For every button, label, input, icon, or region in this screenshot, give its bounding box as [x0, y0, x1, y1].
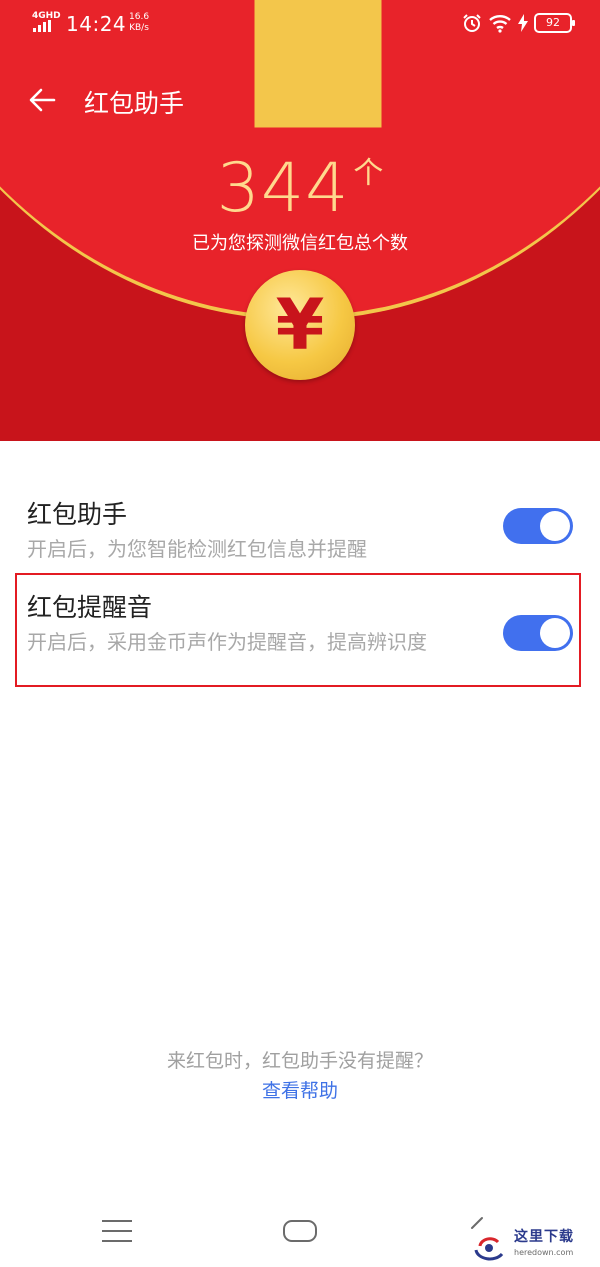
setting-description: 开启后，采用金币声作为提醒音，提高辨识度 — [27, 630, 427, 654]
speed-unit: KB/s — [129, 23, 149, 33]
network-speed: 16.6 KB/s — [129, 12, 149, 34]
help-question: 来红包时，红包助手没有提醒？ — [166, 1050, 433, 1072]
speed-value: 16.6 — [129, 12, 150, 22]
menu-icon[interactable] — [102, 1220, 132, 1242]
status-bar: 4GHD 14:24 16.6 KB/s 92 — [0, 0, 600, 48]
signal-icon — [33, 20, 57, 32]
red-packet-count: 344 个 — [0, 148, 600, 228]
help-link[interactable]: 查看帮助 — [0, 1076, 600, 1103]
count-number: 344 — [216, 149, 350, 228]
setting-title: 红包助手 — [27, 500, 128, 529]
battery-icon: 92 — [534, 13, 575, 33]
assistant-toggle[interactable] — [503, 508, 573, 544]
watermark-url: heredown.com — [514, 1248, 574, 1257]
toggle-knob — [540, 511, 570, 541]
watermark: 这里下载 heredown.com — [470, 1226, 596, 1264]
yuan-coin-icon: ¥ — [245, 270, 355, 380]
setting-title: 红包提醒音 — [27, 593, 153, 622]
wifi-icon — [489, 15, 511, 33]
status-time: 14:24 — [66, 12, 127, 36]
sound-toggle[interactable] — [503, 615, 573, 651]
charging-icon — [518, 14, 528, 32]
back-arrow-icon[interactable] — [28, 84, 56, 116]
count-unit: 个 — [353, 156, 384, 191]
count-caption: 已为您探测微信红包总个数 — [192, 233, 408, 254]
watermark-logo-icon — [474, 1237, 504, 1261]
toggle-knob — [540, 618, 570, 648]
setting-description: 开启后，为您智能检测红包信息并提醒 — [27, 537, 367, 561]
status-icons: 92 — [462, 12, 575, 34]
home-icon[interactable] — [283, 1220, 317, 1242]
watermark-title: 这里下载 — [514, 1229, 574, 1245]
battery-level: 92 — [546, 16, 560, 29]
page-title: 红包助手 — [84, 89, 185, 118]
alarm-icon — [463, 14, 481, 32]
